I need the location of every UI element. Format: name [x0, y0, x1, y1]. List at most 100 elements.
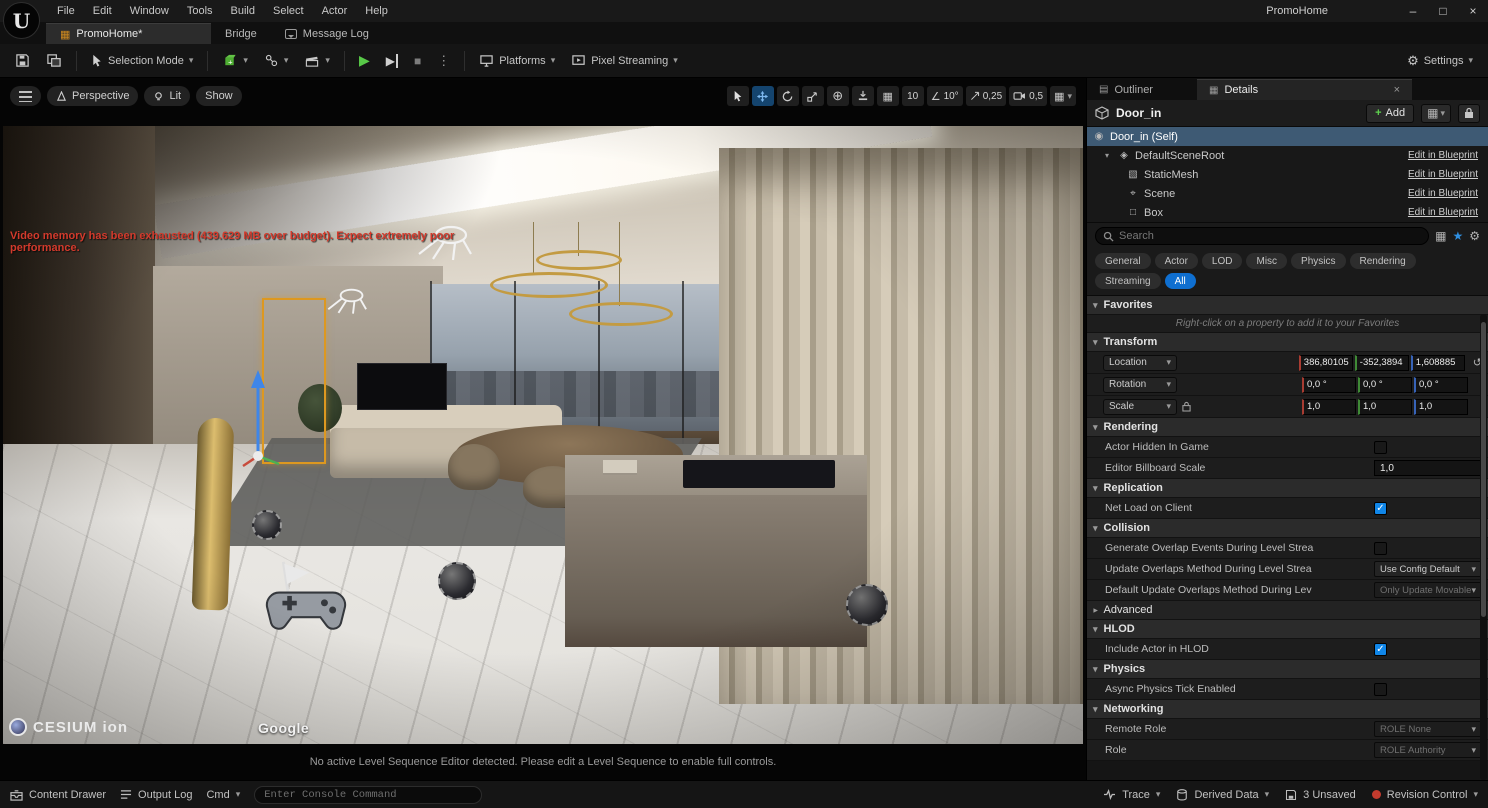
viewport-scene[interactable]: Video memory has been exhausted (439.629…	[3, 126, 1083, 744]
filter-lod[interactable]: LOD	[1201, 253, 1243, 269]
menu-window[interactable]: Window	[121, 0, 178, 22]
scrollbar-thumb[interactable]	[1481, 322, 1486, 617]
tab-message-log[interactable]: Message Log	[271, 23, 383, 44]
camera-speed-button[interactable]: 0,5	[1009, 86, 1048, 106]
details-scrollbar[interactable]	[1480, 314, 1487, 780]
lit-dropdown[interactable]: Lit	[144, 86, 191, 106]
cinematics-button[interactable]	[297, 48, 337, 74]
scale-z-field[interactable]: 1,0	[1414, 398, 1468, 415]
console-command-wrapper[interactable]	[254, 785, 483, 804]
rotation-x-field[interactable]: 0,0 °	[1302, 376, 1356, 393]
light-actor-icon[interactable]	[321, 286, 369, 318]
rotate-tool[interactable]	[776, 86, 799, 106]
location-z-field[interactable]: 1,608885	[1410, 354, 1465, 371]
update-overlaps-dropdown[interactable]: Use Config Default	[1374, 561, 1482, 577]
scale-dropdown[interactable]: Scale	[1103, 398, 1177, 415]
reflection-probe-icon[interactable]	[252, 510, 282, 540]
filter-general[interactable]: General	[1095, 253, 1151, 269]
frame-skip-button[interactable]	[379, 48, 405, 74]
scale-y-field[interactable]: 1,0	[1358, 398, 1412, 415]
edit-in-blueprint-link[interactable]: Edit in Blueprint	[1408, 169, 1482, 180]
level-viewport[interactable]: Perspective Lit Show ⊕ ▦ 10 ∠ 10° 0,25 0…	[0, 78, 1086, 780]
edit-in-blueprint-link[interactable]: Edit in Blueprint	[1408, 188, 1482, 199]
settings-dropdown[interactable]: Settings	[1400, 48, 1480, 74]
location-y-field[interactable]: -352,3894	[1354, 354, 1409, 371]
menu-select[interactable]: Select	[264, 0, 313, 22]
reflection-probe-icon[interactable]	[438, 562, 476, 600]
section-favorites[interactable]: Favorites	[1087, 296, 1488, 315]
tree-row-default-scene-root[interactable]: ▾ ◈ DefaultSceneRoot Edit in Blueprint	[1087, 146, 1488, 165]
console-command-input[interactable]	[264, 788, 473, 801]
tab-promohome[interactable]: ▦ PromoHome*	[46, 23, 211, 44]
lock-details-button[interactable]	[1458, 103, 1480, 123]
surface-snap-button[interactable]	[851, 86, 874, 106]
select-tool[interactable]	[726, 86, 749, 106]
close-button[interactable]: ×	[1458, 0, 1488, 22]
edit-in-blueprint-link[interactable]: Edit in Blueprint	[1408, 150, 1482, 161]
favorites-star-icon[interactable]	[1452, 229, 1463, 243]
scale-tool[interactable]	[801, 86, 824, 106]
location-x-field[interactable]: 386,80105	[1298, 354, 1353, 371]
tree-row-door-in-self[interactable]: ◉ Door_in (Self)	[1087, 127, 1488, 146]
section-transform[interactable]: Transform	[1087, 333, 1488, 352]
perspective-dropdown[interactable]: Perspective	[47, 86, 139, 106]
viewport-options-button[interactable]	[10, 86, 41, 106]
maximize-button[interactable]: □	[1428, 0, 1458, 22]
view-options-button[interactable]	[1421, 103, 1451, 123]
platforms-dropdown[interactable]: Platforms	[472, 48, 562, 74]
trace-button[interactable]: Trace	[1103, 789, 1160, 801]
selection-mode-dropdown[interactable]: Selection Mode	[84, 48, 200, 74]
menu-edit[interactable]: Edit	[84, 0, 121, 22]
grid-snap-value[interactable]: 10	[901, 86, 924, 106]
tree-row-box[interactable]: □ Box Edit in Blueprint	[1087, 203, 1488, 222]
menu-help[interactable]: Help	[356, 0, 397, 22]
transform-gizmo[interactable]	[203, 364, 313, 474]
play-button[interactable]	[352, 48, 377, 74]
section-advanced[interactable]: Advanced	[1087, 601, 1488, 620]
content-browser-button[interactable]	[39, 48, 69, 74]
edit-in-blueprint-link[interactable]: Edit in Blueprint	[1408, 207, 1482, 218]
unsaved-button[interactable]: 3 Unsaved	[1285, 789, 1356, 801]
stop-button[interactable]	[407, 48, 428, 74]
rotation-dropdown[interactable]: Rotation	[1103, 376, 1177, 393]
menu-build[interactable]: Build	[222, 0, 264, 22]
rotation-z-field[interactable]: 0,0 °	[1414, 376, 1468, 393]
scale-x-field[interactable]: 1,0	[1302, 398, 1356, 415]
filter-misc[interactable]: Misc	[1246, 253, 1288, 269]
cmd-dropdown[interactable]: Cmd	[206, 789, 240, 801]
tab-outliner[interactable]: ▤ Outliner	[1087, 79, 1197, 100]
menu-file[interactable]: File	[48, 0, 84, 22]
tab-bridge[interactable]: Bridge	[211, 23, 271, 44]
filter-physics[interactable]: Physics	[1291, 253, 1346, 269]
tree-row-scene[interactable]: ⌖ Scene Edit in Blueprint	[1087, 184, 1488, 203]
filter-actor[interactable]: Actor	[1154, 253, 1198, 269]
content-drawer-button[interactable]: Content Drawer	[10, 789, 106, 801]
tree-row-static-mesh[interactable]: ▧ StaticMesh Edit in Blueprint	[1087, 165, 1488, 184]
async-physics-checkbox[interactable]	[1374, 682, 1387, 696]
location-dropdown[interactable]: Location	[1103, 354, 1177, 371]
include-hlod-checkbox[interactable]	[1374, 642, 1387, 656]
unreal-engine-logo[interactable]: U	[3, 2, 40, 39]
tab-details[interactable]: ▦ Details ×	[1197, 79, 1412, 100]
filter-all[interactable]: All	[1164, 273, 1196, 289]
pixel-streaming-dropdown[interactable]: Pixel Streaming	[564, 48, 685, 74]
move-tool[interactable]	[751, 86, 774, 106]
menu-tools[interactable]: Tools	[178, 0, 222, 22]
billboard-scale-field[interactable]: 1,0	[1374, 460, 1482, 476]
menu-actor[interactable]: Actor	[313, 0, 357, 22]
section-physics[interactable]: Physics	[1087, 660, 1488, 679]
rotation-snap-toggle[interactable]: 10°	[926, 86, 963, 106]
filter-rendering[interactable]: Rendering	[1349, 253, 1416, 269]
save-button[interactable]	[8, 48, 37, 74]
generate-overlap-checkbox[interactable]	[1374, 541, 1387, 555]
minimize-button[interactable]: –	[1398, 0, 1428, 22]
rotation-y-field[interactable]: 0,0 °	[1358, 376, 1412, 393]
revision-control-dropdown[interactable]: Revision Control	[1371, 789, 1478, 801]
section-networking[interactable]: Networking	[1087, 700, 1488, 719]
search-input-wrapper[interactable]	[1095, 227, 1430, 245]
play-options-button[interactable]	[430, 48, 457, 74]
close-tab-icon[interactable]: ×	[1394, 84, 1400, 96]
blueprints-button[interactable]	[257, 48, 296, 74]
section-rendering[interactable]: Rendering	[1087, 418, 1488, 437]
add-component-button[interactable]: + Add	[1366, 103, 1415, 123]
